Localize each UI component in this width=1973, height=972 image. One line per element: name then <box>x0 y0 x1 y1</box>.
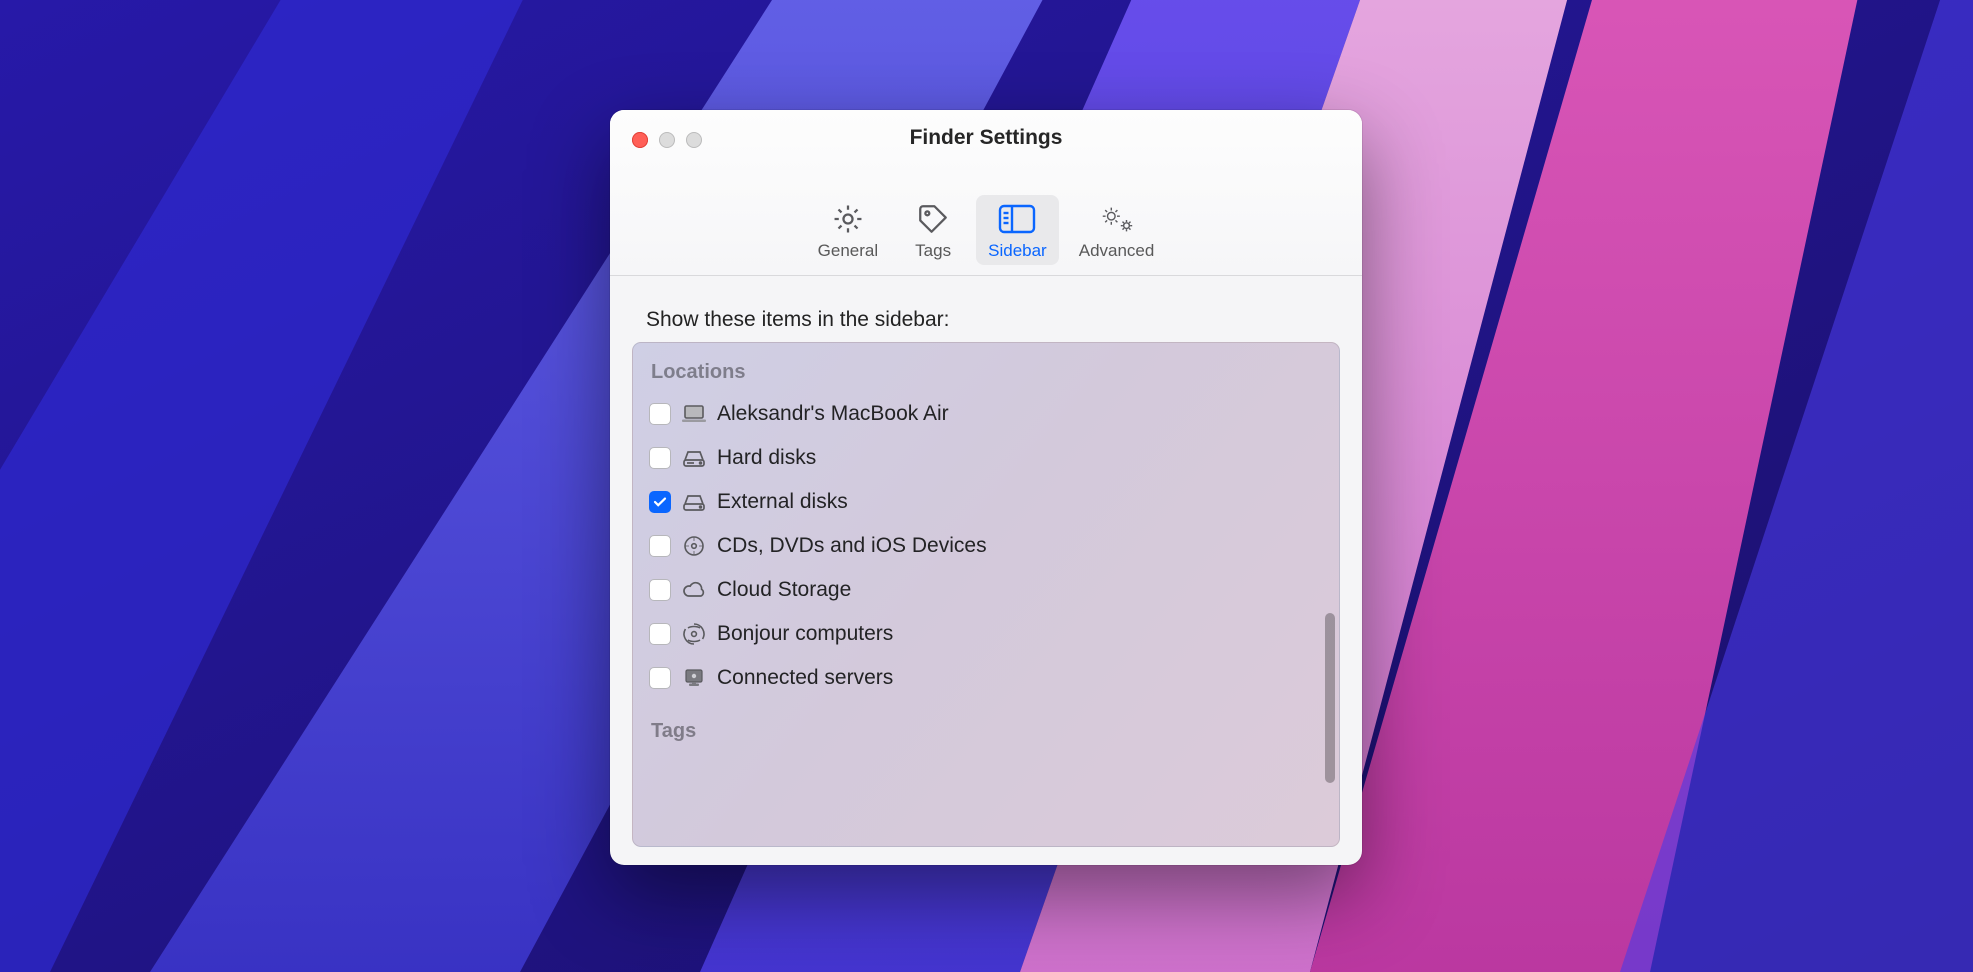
list-item-label: Cloud Storage <box>717 578 851 602</box>
list-item[interactable]: Hard disks <box>647 436 1325 480</box>
gear-icon <box>829 201 867 237</box>
checkbox[interactable] <box>649 447 671 469</box>
list-item-label: Aleksandr's MacBook Air <box>717 402 949 426</box>
tab-sidebar[interactable]: Sidebar <box>976 195 1059 265</box>
sidebar-items-scroll[interactable]: Locations Aleksandr's MacBook Air <box>633 343 1339 846</box>
scrollbar-thumb[interactable] <box>1325 613 1335 783</box>
tab-tags[interactable]: Tags <box>898 195 968 265</box>
list-item-label: Connected servers <box>717 666 893 690</box>
checkbox[interactable] <box>649 403 671 425</box>
tab-sidebar-label: Sidebar <box>988 241 1047 261</box>
cloud-icon <box>681 578 707 602</box>
disc-icon <box>681 534 707 558</box>
laptop-icon <box>681 402 707 426</box>
sidebar-items-list: Locations Aleksandr's MacBook Air <box>632 342 1340 847</box>
checkbox[interactable] <box>649 491 671 513</box>
toolbar: General Tags <box>610 195 1362 265</box>
content-pane: Show these items in the sidebar: Locatio… <box>610 276 1362 865</box>
list-item[interactable]: Aleksandr's MacBook Air <box>647 392 1325 436</box>
list-item[interactable]: Bonjour computers <box>647 612 1325 656</box>
titlebar: Finder Settings General <box>610 110 1362 276</box>
tab-general-label: General <box>818 241 878 261</box>
list-item[interactable]: External disks <box>647 480 1325 524</box>
list-item-label: Bonjour computers <box>717 622 893 646</box>
disk-icon <box>681 490 707 514</box>
checkbox[interactable] <box>649 535 671 557</box>
section-tags: Tags <box>647 714 1325 751</box>
tag-icon <box>914 201 952 237</box>
section-locations: Locations <box>647 355 1325 392</box>
sidebar-icon <box>998 201 1036 237</box>
list-item[interactable]: Connected servers <box>647 656 1325 700</box>
checkbox[interactable] <box>649 579 671 601</box>
checkbox[interactable] <box>649 667 671 689</box>
bonjour-icon <box>681 622 707 646</box>
finder-settings-window: Finder Settings General <box>610 110 1362 865</box>
tab-advanced[interactable]: Advanced <box>1067 195 1167 265</box>
checkbox[interactable] <box>649 623 671 645</box>
content-heading: Show these items in the sidebar: <box>646 308 1340 332</box>
window-title: Finder Settings <box>610 126 1362 150</box>
list-item-label: External disks <box>717 490 848 514</box>
tab-tags-label: Tags <box>915 241 951 261</box>
gears-icon <box>1098 201 1136 237</box>
list-item-label: Hard disks <box>717 446 816 470</box>
tab-general[interactable]: General <box>806 195 890 265</box>
server-icon <box>681 666 707 690</box>
disk-icon <box>681 446 707 470</box>
list-item-label: CDs, DVDs and iOS Devices <box>717 534 987 558</box>
list-item[interactable]: Cloud Storage <box>647 568 1325 612</box>
tab-advanced-label: Advanced <box>1079 241 1155 261</box>
list-item[interactable]: CDs, DVDs and iOS Devices <box>647 524 1325 568</box>
desktop: Finder Settings General <box>0 0 1973 972</box>
